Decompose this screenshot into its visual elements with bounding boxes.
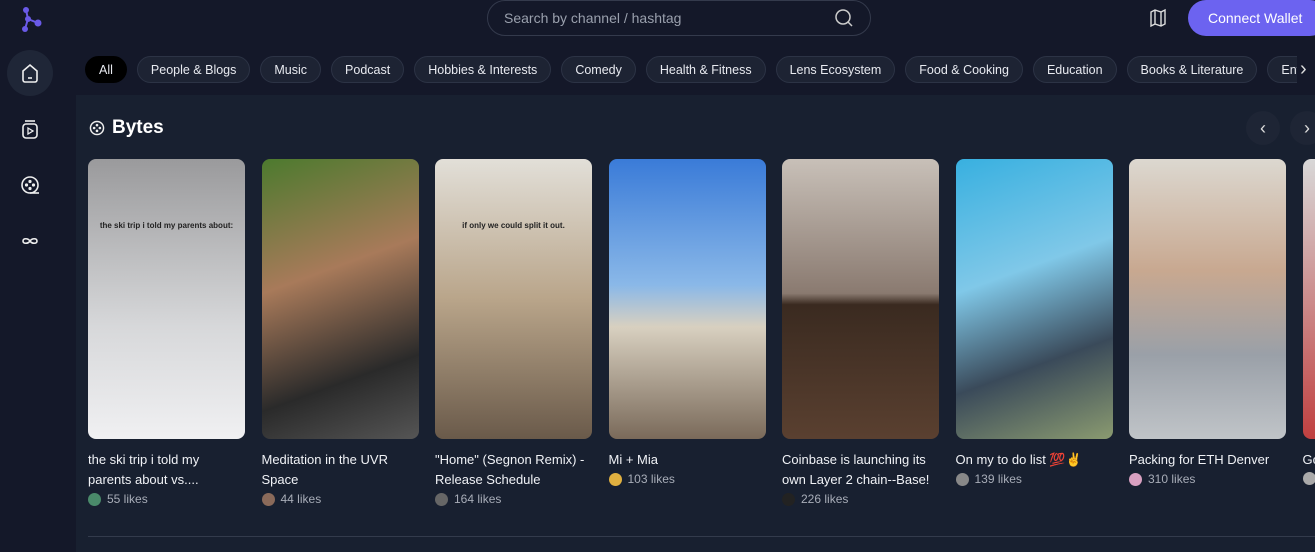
avatar[interactable] [1302, 472, 1315, 485]
byte-meta: 55 likes [88, 492, 245, 506]
byte-title[interactable]: Go [1303, 450, 1315, 470]
byte-thumbnail[interactable]: the ski trip i told my parents about: [88, 159, 245, 439]
byte-card[interactable]: Packing for ETH Denver 310 likes [1129, 159, 1286, 486]
byte-card[interactable]: Go [1302, 159, 1315, 485]
likes-count: 139 likes [974, 472, 1022, 486]
byte-title[interactable]: On my to do list 💯✌ [956, 450, 1113, 470]
byte-meta: 226 likes [782, 492, 939, 506]
infinity-icon [22, 237, 38, 245]
byte-title[interactable]: Meditation in the UVR Space [262, 450, 419, 490]
byte-thumbnail[interactable] [955, 159, 1113, 439]
avatar[interactable] [435, 492, 448, 506]
likes-count: 310 likes [1148, 472, 1196, 486]
section-header: Bytes [88, 117, 164, 139]
map-icon[interactable] [1148, 8, 1168, 28]
byte-card[interactable]: Meditation in the UVR Space 44 likes [261, 159, 419, 506]
byte-meta [1302, 472, 1315, 485]
section-title: Bytes [112, 117, 164, 138]
sidebar-item-home[interactable] [7, 50, 53, 96]
byte-title[interactable]: the ski trip i told my parents about vs.… [88, 450, 245, 490]
byte-title[interactable]: "Home" (Segnon Remix) - Release Schedule [435, 450, 592, 490]
byte-card[interactable]: the ski trip i told my parents about: th… [88, 159, 245, 506]
scroll-left-button[interactable]: ‹ [1246, 111, 1280, 145]
video-icon [22, 120, 38, 139]
avatar[interactable] [88, 492, 101, 506]
avatar[interactable] [782, 492, 795, 506]
bytes-carousel: the ski trip i told my parents about: th… [88, 159, 1315, 519]
likes-count: 55 likes [107, 492, 148, 506]
byte-card[interactable]: Mi + Mia 103 likes [608, 159, 766, 486]
likes-count: 164 likes [454, 492, 502, 506]
sidebar-item-lens[interactable] [7, 218, 53, 264]
app-logo[interactable] [18, 5, 46, 33]
byte-title[interactable]: Coinbase is launching its own Layer 2 ch… [782, 450, 939, 490]
category-chip[interactable]: Health & Fitness [645, 56, 766, 83]
search-icon[interactable] [834, 8, 854, 28]
category-chip[interactable]: Music [260, 56, 322, 83]
byte-title[interactable]: Packing for ETH Denver [1129, 450, 1286, 470]
avatar[interactable] [608, 472, 622, 486]
byte-meta: 139 likes [955, 472, 1113, 486]
film-reel-icon [89, 120, 105, 136]
divider [88, 536, 1315, 537]
byte-thumbnail[interactable] [782, 159, 939, 439]
category-chip[interactable]: Lens Ecosystem [775, 56, 896, 83]
avatar[interactable] [955, 472, 969, 486]
likes-count: 226 likes [801, 492, 849, 506]
avatar[interactable] [1129, 472, 1142, 486]
byte-title[interactable]: Mi + Mia [609, 450, 766, 470]
thumbnail-caption: if only we could split it out. [462, 221, 565, 230]
byte-thumbnail[interactable] [1129, 159, 1286, 439]
search-input[interactable] [504, 10, 834, 26]
byte-thumbnail[interactable] [608, 159, 766, 439]
byte-meta: 164 likes [435, 492, 592, 506]
avatar[interactable] [261, 492, 275, 506]
byte-meta: 310 likes [1129, 472, 1286, 486]
film-reel-icon [21, 176, 39, 194]
category-chip[interactable]: Hobbies & Interests [414, 56, 552, 83]
byte-thumbnail[interactable] [261, 159, 419, 439]
byte-card[interactable]: On my to do list 💯✌ 139 likes [955, 159, 1113, 486]
byte-meta: 44 likes [261, 492, 419, 506]
home-icon [22, 63, 38, 83]
category-chip[interactable]: Entertainment [1267, 56, 1297, 83]
likes-count: 103 likes [627, 472, 675, 486]
category-bar: All People & Blogs Music Podcast Hobbies & I… [85, 56, 1297, 84]
category-chip[interactable]: Education [1032, 56, 1117, 83]
byte-thumbnail[interactable] [1302, 159, 1315, 439]
byte-thumbnail[interactable]: if only we could split it out. [435, 159, 592, 439]
byte-meta: 103 likes [608, 472, 766, 486]
search-bar[interactable] [487, 0, 871, 36]
likes-count: 44 likes [280, 492, 322, 506]
sidebar-item-bytes[interactable] [7, 162, 53, 208]
connect-wallet-button[interactable]: Connect Wallet [1188, 0, 1315, 36]
scroll-right-button[interactable]: › [1290, 111, 1315, 145]
category-chip[interactable]: Food & Cooking [905, 56, 1023, 83]
category-chip[interactable]: People & Blogs [136, 56, 251, 83]
sidebar-item-videos[interactable] [7, 106, 53, 152]
byte-card[interactable]: Coinbase is launching its own Layer 2 ch… [782, 159, 939, 506]
categories-next-icon[interactable]: › [1300, 58, 1307, 81]
category-chip[interactable]: Comedy [561, 56, 636, 83]
category-chip[interactable]: All [85, 56, 127, 83]
category-chip[interactable]: Books & Literature [1126, 56, 1258, 83]
byte-card[interactable]: if only we could split it out. "Home" (S… [435, 159, 592, 506]
main-content: Bytes ‹ › the ski trip i told my parents… [76, 95, 1315, 552]
category-chip[interactable]: Podcast [331, 56, 405, 83]
thumbnail-caption: the ski trip i told my parents about: [99, 221, 234, 230]
